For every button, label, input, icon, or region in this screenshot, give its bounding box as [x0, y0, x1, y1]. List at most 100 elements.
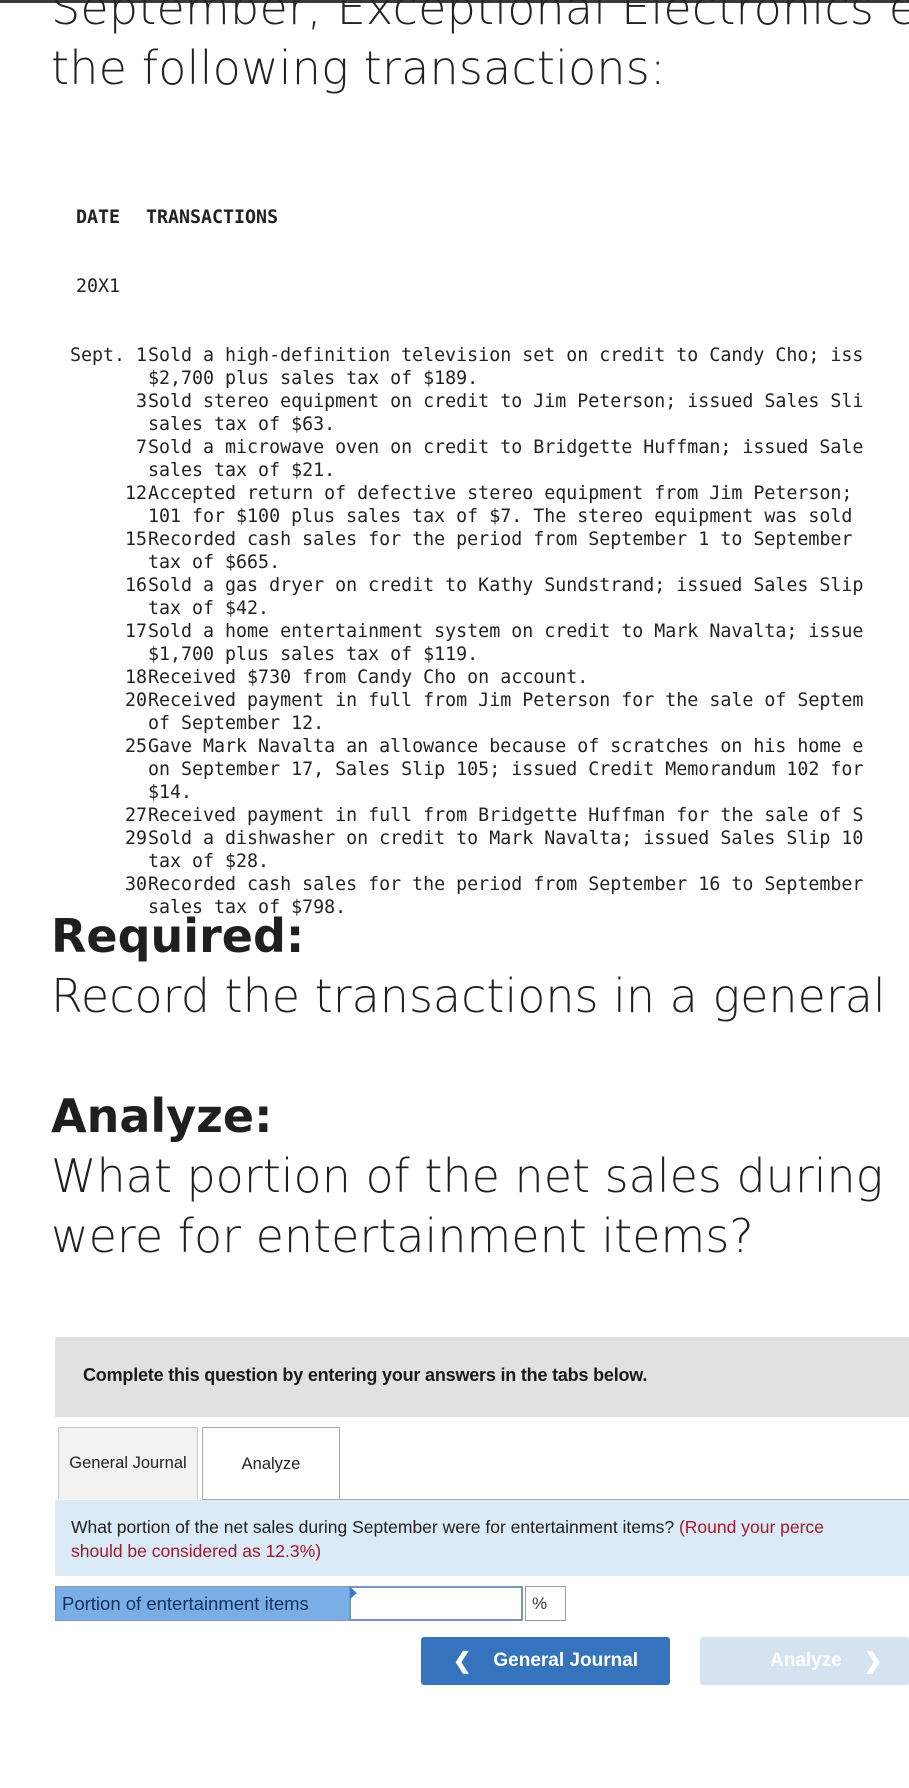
year-label: 20X1: [76, 276, 121, 297]
analyze-text-line: What portion of the net sales during: [51, 1149, 884, 1203]
next-analyze-button[interactable]: Analyze ❯: [700, 1637, 909, 1685]
transaction-text: tax of $28.: [148, 851, 270, 872]
date-spacer: [51, 367, 148, 390]
transaction-text: Sold a microwave oven on credit to Bridg…: [148, 437, 864, 458]
date-spacer: [51, 850, 148, 873]
date-spacer: [51, 551, 148, 574]
date-spacer: [51, 505, 148, 528]
chevron-right-icon: ❯: [863, 1648, 883, 1673]
transaction-text: Sold a dishwasher on credit to Mark Nava…: [148, 828, 864, 849]
transaction-text: Gave Mark Navalta an allowance because o…: [148, 736, 864, 757]
transaction-date: 29: [124, 828, 147, 849]
transaction-row: 101 for $100 plus sales tax of $7. The s…: [51, 505, 863, 528]
transaction-row: 3 Sold stereo equipment on credit to Jim …: [51, 390, 863, 413]
answer-label: Portion of entertainment items: [55, 1586, 349, 1621]
analyze-text-line: were for entertainment items?: [51, 1209, 754, 1263]
transaction-row: 16 Sold a gas dryer on credit to Kathy Su…: [51, 574, 863, 597]
percent-unit: %: [525, 1586, 566, 1621]
transaction-row: 15 Recorded cash sales for the period fro…: [51, 528, 863, 551]
transaction-text: sales tax of $63.: [148, 414, 336, 435]
transaction-row: of September 12.: [51, 712, 863, 735]
transaction-text: Recorded cash sales for the period from …: [148, 529, 853, 550]
transactions-column-header: TRANSACTIONS: [146, 207, 279, 228]
transaction-row: $1,700 plus sales tax of $119.: [51, 643, 863, 666]
transaction-text: Received payment in full from Bridgette …: [148, 805, 864, 826]
next-button-label: Analyze: [770, 1650, 842, 1671]
chevron-left-icon: ❮: [452, 1648, 472, 1673]
transaction-date: 30: [124, 874, 147, 895]
transaction-date: 3: [135, 391, 147, 412]
prev-general-journal-button[interactable]: ❮ General Journal: [421, 1637, 670, 1685]
transaction-text: 101 for $100 plus sales tax of $7. The s…: [148, 506, 853, 527]
transaction-text: Sold a gas dryer on credit to Kathy Sund…: [148, 575, 864, 596]
rounding-note: (Round your perce: [678, 1517, 824, 1537]
date-spacer: [51, 459, 148, 482]
analyze-heading: Analyze:: [51, 1089, 273, 1143]
question-text: What portion of the net sales during Sep…: [71, 1515, 909, 1563]
prev-button-label: General Journal: [493, 1650, 639, 1671]
transaction-row: 18 Received $730 from Candy Cho on accoun…: [51, 666, 863, 689]
transaction-text: Recorded cash sales for the period from …: [148, 874, 864, 895]
transaction-row: 25 Gave Mark Navalta an allowance because…: [51, 735, 863, 758]
transactions-header: DATE TRANSACTIONS: [51, 206, 863, 229]
transaction-date: 7: [135, 437, 147, 458]
transaction-row: 30 Recorded cash sales for the period fro…: [51, 873, 863, 896]
transaction-text: Received $730 from Candy Cho on account.: [148, 667, 589, 688]
transaction-date: 27: [124, 805, 147, 826]
date-spacer: [51, 758, 148, 781]
transaction-date: 20: [124, 690, 147, 711]
required-section: Required: Record the transactions in a g…: [51, 906, 886, 1026]
transaction-text: Accepted return of defective stereo equi…: [148, 483, 853, 504]
transaction-text: Sold a home entertainment system on cred…: [148, 621, 864, 642]
date-spacer: [51, 413, 148, 436]
transaction-text: Sold a high-definition television set on…: [148, 345, 864, 366]
date-column-header: DATE: [76, 207, 121, 228]
question-main: What portion of the net sales during Sep…: [71, 1517, 675, 1537]
transaction-date: Sept. 1: [69, 345, 147, 366]
transaction-text: Received payment in full from Jim Peters…: [148, 690, 864, 711]
analyze-section: Analyze: What portion of the net sales d…: [51, 1086, 883, 1266]
intro-line: September, Exceptional Electronics e: [51, 0, 909, 35]
transaction-row: $14.: [51, 781, 863, 804]
transaction-row: sales tax of $63.: [51, 413, 863, 436]
transaction-text: sales tax of $21.: [148, 460, 336, 481]
intro-line: the following transactions:: [51, 41, 666, 95]
transaction-row: sales tax of $21.: [51, 459, 863, 482]
transaction-row: 27 Received payment in full from Bridgett…: [51, 804, 863, 827]
transaction-date: 18: [124, 667, 147, 688]
transaction-row: 12 Accepted return of defective stereo eq…: [51, 482, 863, 505]
transaction-text: Sold stereo equipment on credit to Jim P…: [148, 391, 864, 412]
transaction-date: 16: [124, 575, 147, 596]
transaction-text: tax of $665.: [148, 552, 281, 573]
transaction-row: Sept. 1 Sold a high-definition television…: [51, 344, 863, 367]
date-spacer: [51, 643, 148, 666]
transaction-text: $14.: [148, 782, 193, 803]
tab-analyze[interactable]: Analyze: [202, 1427, 340, 1500]
transaction-date: 12: [124, 483, 147, 504]
instruction-text: Complete this question by entering your …: [83, 1365, 648, 1385]
date-spacer: [51, 597, 148, 620]
entertainment-portion-input[interactable]: [349, 1586, 523, 1621]
transaction-row: tax of $42.: [51, 597, 863, 620]
tab-general-journal[interactable]: General Journal: [58, 1427, 198, 1499]
answer-row: Portion of entertainment items %: [55, 1586, 566, 1621]
transaction-row: $2,700 plus sales tax of $189.: [51, 367, 863, 390]
transaction-row: 17 Sold a home entertainment system on cr…: [51, 620, 863, 643]
transaction-row: tax of $665.: [51, 551, 863, 574]
transaction-text: of September 12.: [148, 713, 325, 734]
transaction-rows: Sept. 1 Sold a high-definition television…: [51, 344, 863, 919]
transaction-date: 25: [124, 736, 147, 757]
transaction-row: 20 Received payment in full from Jim Pete…: [51, 689, 863, 712]
transaction-row: 29 Sold a dishwasher on credit to Mark Na…: [51, 827, 863, 850]
transaction-date: 17: [124, 621, 147, 642]
transaction-row: on September 17, Sales Slip 105; issued …: [51, 758, 863, 781]
transaction-text: $1,700 plus sales tax of $119.: [148, 644, 479, 665]
transaction-date: 15: [124, 529, 147, 550]
year-row: 20X1: [51, 275, 863, 298]
transaction-row: 7 Sold a microwave oven on credit to Brid…: [51, 436, 863, 459]
rounding-note-continued: should be considered as 12.3%): [71, 1541, 322, 1561]
instruction-banner: Complete this question by entering your …: [55, 1337, 909, 1417]
transactions-table: DATE TRANSACTIONS 20X1 Sept. 1 Sold a hig…: [51, 160, 863, 942]
date-spacer: [51, 712, 148, 735]
answer-input-wrapper: [349, 1586, 523, 1621]
